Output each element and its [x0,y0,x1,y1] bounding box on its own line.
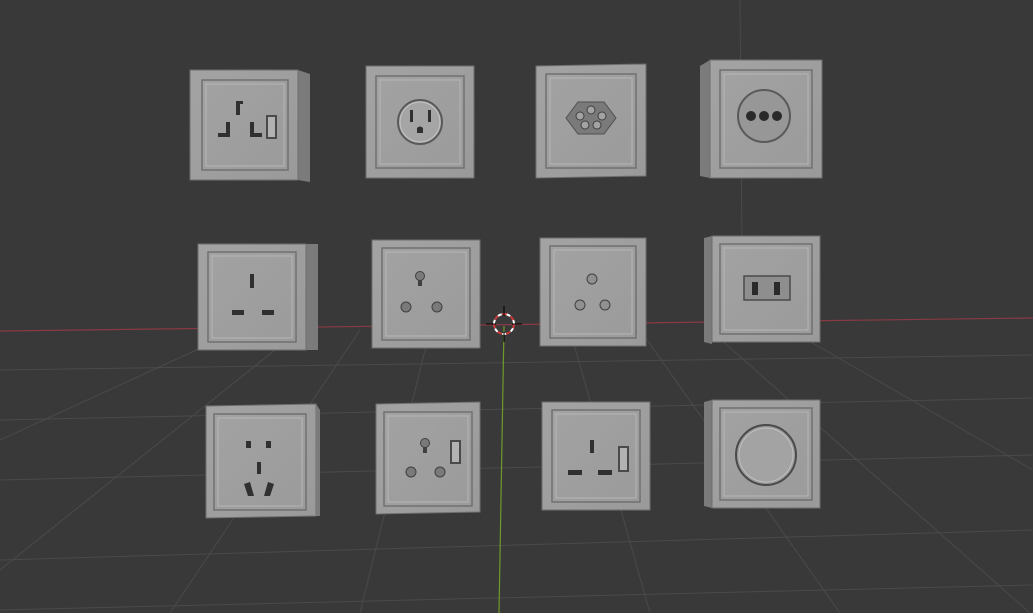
outlet-round-dimmer[interactable] [704,399,821,509]
outlet-type-a-i-combo[interactable] [205,403,320,519]
outlet-type-g[interactable] [197,243,318,351]
floor-grid [0,0,1033,613]
outlet-type-b[interactable] [365,65,475,179]
outlet-type-d-switched[interactable] [375,401,481,515]
3d-cursor-icon[interactable] [486,306,522,342]
outlet-type-g-switched-2[interactable] [541,401,651,511]
y-axis-line [498,325,505,613]
outlet-type-h[interactable] [700,59,823,179]
3d-viewport[interactable] [0,0,1033,613]
outlet-type-j[interactable] [535,63,647,179]
outlet-type-g-switched[interactable] [189,69,310,182]
outlet-type-m[interactable] [539,237,647,347]
outlet-switch-rocker[interactable] [704,235,821,344]
outlet-type-d[interactable] [371,239,481,349]
